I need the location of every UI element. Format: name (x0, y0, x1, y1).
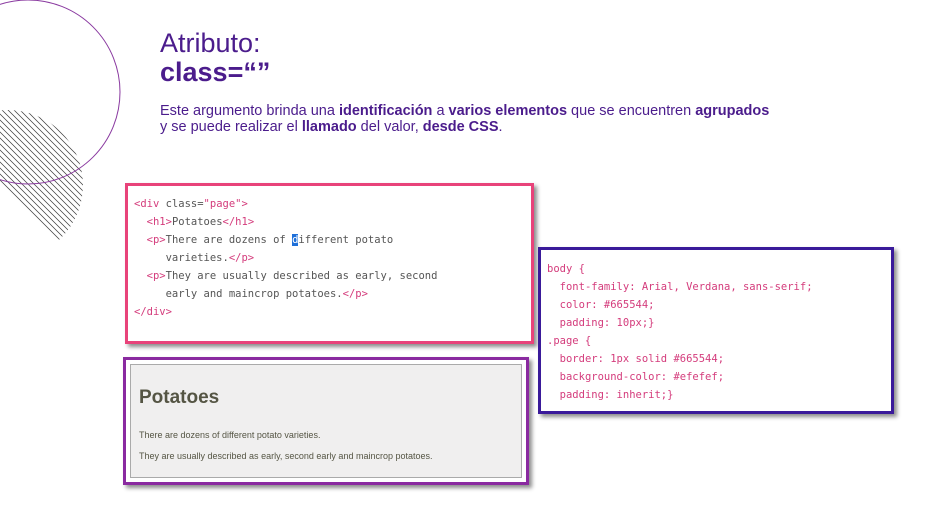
css-code-box: body { font-family: Arial, Verdana, sans… (538, 247, 894, 414)
code-token: class= (165, 198, 204, 210)
code-line: background-color: #efefef; (559, 371, 725, 383)
desc-bold: desde CSS (422, 118, 499, 135)
code-line: body { (547, 263, 585, 275)
description-paragraph: Este argumento brinda una identificación… (160, 103, 780, 135)
code-token: <p> (146, 234, 166, 246)
code-line: padding: 10px;} (559, 317, 655, 329)
code-token: Potatoes (171, 216, 223, 228)
code-token: <h1> (146, 216, 172, 228)
preview-paragraph-1: There are dozens of different potato var… (139, 430, 321, 440)
code-token: </h1> (222, 216, 255, 228)
code-token: </p> (228, 252, 255, 264)
desc-text: del valor, (356, 118, 423, 135)
rendered-preview-box: Potatoes There are dozens of different p… (123, 357, 529, 485)
desc-text: . (498, 118, 503, 135)
desc-bold: varios elementos (448, 103, 568, 119)
code-line: padding: inherit;} (559, 389, 674, 401)
desc-bold: identificación (338, 103, 433, 119)
desc-text: Este argumento brinda una (160, 103, 339, 119)
preview-heading: Potatoes (139, 387, 220, 408)
desc-bold: agrupados (695, 103, 770, 119)
desc-bold: llamado (301, 118, 357, 135)
code-token: "page" (203, 198, 242, 210)
desc-text: que se encuentren (567, 103, 696, 119)
desc-text: y se puede realizar el (160, 118, 302, 135)
code-line: color: #665544; (559, 299, 655, 311)
code-token: varieties. (165, 252, 229, 264)
title-line-1: Atributo: (160, 28, 261, 58)
code-token: early and maincrop potatoes. (165, 288, 343, 300)
html-code-block: <div class="page"> <h1>Potatoes</h1> <p>… (134, 195, 437, 321)
preview-paragraph-2: They are usually described as early, sec… (139, 451, 433, 461)
decorative-circles (0, 0, 121, 260)
desc-text: a (432, 103, 449, 119)
title-line-2: class=“” (160, 57, 271, 87)
code-token: There are dozens of (165, 234, 293, 246)
code-line: border: 1px solid #665544; (559, 353, 725, 365)
code-line: font-family: Arial, Verdana, sans-serif; (559, 281, 813, 293)
code-token: </div> (134, 306, 172, 318)
code-token: They are usually described as early, sec… (165, 270, 438, 282)
html-code-box: <div class="page"> <h1>Potatoes</h1> <p>… (125, 183, 534, 344)
code-token: <div (134, 198, 166, 210)
rendered-page: Potatoes There are dozens of different p… (130, 364, 522, 478)
code-token: > (241, 198, 248, 210)
code-line: .page { (547, 335, 592, 347)
code-token: ifferent potato (298, 234, 394, 246)
code-token: <p> (146, 270, 166, 282)
code-token: </p> (342, 288, 368, 300)
slide-title: Atributo: class=“” (160, 30, 270, 86)
css-code-block: body { font-family: Arial, Verdana, sans… (547, 260, 813, 404)
